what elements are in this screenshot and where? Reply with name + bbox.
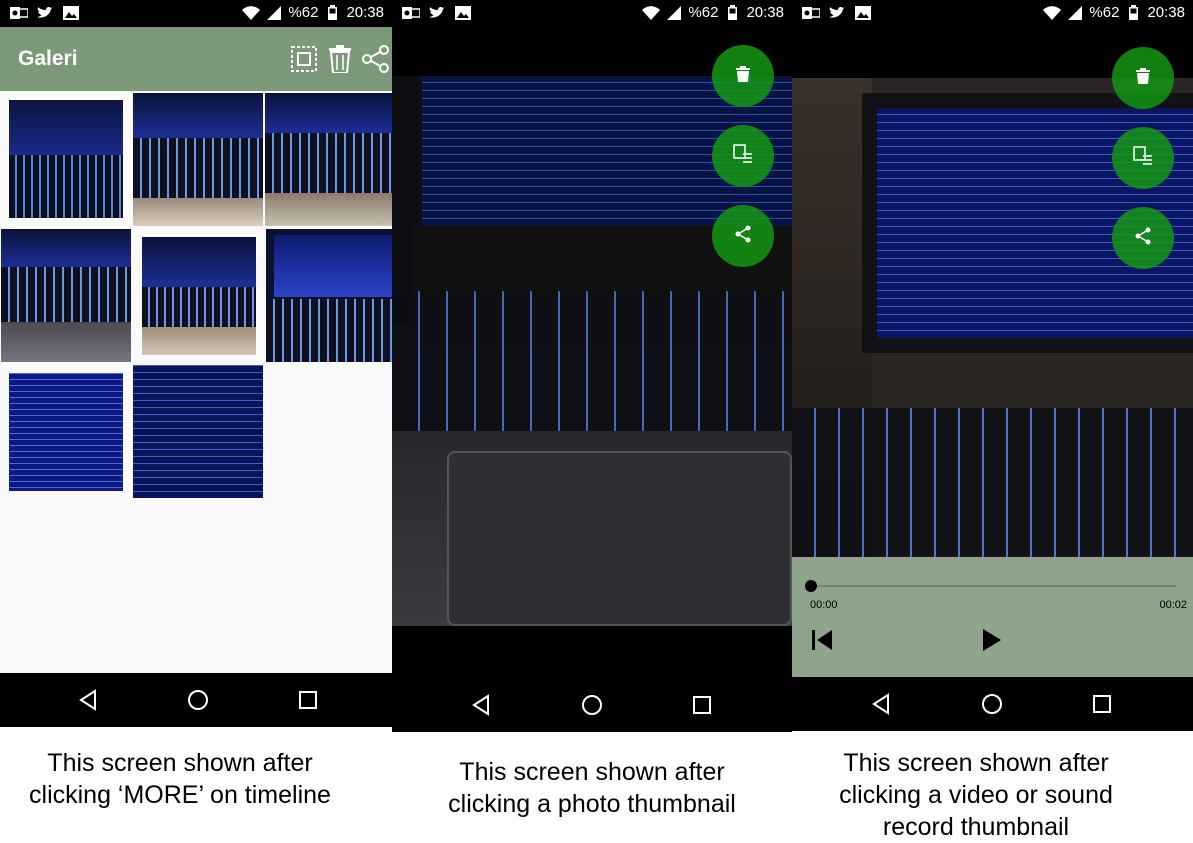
details-icon [733,143,753,169]
details-icon [1133,145,1153,171]
caption-line: clicking ‘MORE’ on timeline [29,781,331,809]
delete-fab[interactable] [712,45,774,107]
caption-line: clicking a photo thumbnail [448,790,736,818]
image-icon [854,5,872,21]
trash-icon [736,65,750,87]
nav-bar [0,673,392,727]
caption-line: This screen shown after [47,749,313,777]
status-bar: %62 20:38 [792,0,1193,27]
share-icon [1134,227,1152,250]
caption-line: This screen shown after [843,749,1109,777]
battery-percent: %62 [288,4,319,21]
recents-icon[interactable] [689,692,715,718]
home-icon[interactable] [185,687,211,713]
battery-icon [323,5,341,21]
signal-icon [665,5,683,21]
twitter-icon [828,5,846,21]
photo-viewer-screen: %62 20:38 [392,0,792,732]
nav-bar [792,677,1193,731]
home-icon[interactable] [979,691,1005,717]
clock: 20:38 [346,4,384,21]
wifi-icon [242,5,261,21]
signal-icon [1066,5,1084,21]
seek-bar[interactable] [810,585,1176,587]
play-icon[interactable] [977,625,1007,655]
thumbnail[interactable] [8,99,124,219]
delete-fab[interactable] [1112,47,1174,109]
caption-line: This screen shown after [459,758,725,786]
outlook-icon [802,5,820,21]
thumbnail[interactable] [133,365,263,498]
skip-previous-icon[interactable] [807,625,837,655]
clock: 20:38 [746,4,784,21]
battery-percent: %62 [688,4,719,21]
thumbnail[interactable] [133,93,263,226]
back-icon[interactable] [75,687,101,713]
clock: 20:38 [1147,4,1185,21]
details-fab[interactable] [712,125,774,187]
caption-media: This screen shown after clicking a video… [792,747,1160,843]
thumbnail[interactable] [141,236,257,356]
battery-icon [723,5,741,21]
nav-bar [392,678,792,732]
battery-icon [1124,5,1142,21]
current-time: 00:00 [810,599,838,611]
home-icon[interactable] [579,692,605,718]
back-icon[interactable] [468,692,494,718]
app-bar: Galeri [0,27,392,91]
seek-thumb[interactable] [805,580,817,592]
share-fab[interactable] [1112,207,1174,269]
trash-icon [1136,67,1150,89]
select-all-icon[interactable] [290,43,318,75]
gallery-screen: %62 20:38 Galeri [0,0,392,727]
status-bar: %62 20:38 [0,0,392,27]
image-icon [454,5,472,21]
share-fab[interactable] [712,205,774,267]
thumbnail[interactable] [266,229,392,362]
outlook-icon [10,5,28,21]
back-icon[interactable] [868,691,894,717]
outlook-icon [402,5,420,21]
twitter-icon [428,5,446,21]
wifi-icon [1043,5,1062,21]
caption-photo: This screen shown after clicking a photo… [392,756,792,820]
signal-icon [265,5,283,21]
wifi-icon [642,5,661,21]
recents-icon[interactable] [295,687,321,713]
battery-percent: %62 [1089,4,1120,21]
twitter-icon [36,5,54,21]
details-fab[interactable] [1112,127,1174,189]
thumbnail[interactable] [8,372,124,492]
trash-icon[interactable] [326,43,354,75]
caption-line: record thumbnail [882,813,1070,841]
caption-line: clicking a video or sound [839,781,1113,809]
share-icon [734,225,752,248]
media-controller: 00:00 00:02 [792,557,1193,677]
page-title: Galeri [18,47,78,70]
recents-icon[interactable] [1089,691,1115,717]
duration: 00:02 [1159,599,1187,611]
caption-gallery: This screen shown after clicking ‘MORE’ … [0,747,360,811]
media-viewer-screen: %62 20:38 00:00 00:02 [792,0,1193,731]
image-icon [62,5,80,21]
thumbnail[interactable] [265,93,392,226]
status-bar: %62 20:38 [392,0,792,27]
thumbnail[interactable] [1,229,131,362]
share-icon[interactable] [362,43,390,75]
